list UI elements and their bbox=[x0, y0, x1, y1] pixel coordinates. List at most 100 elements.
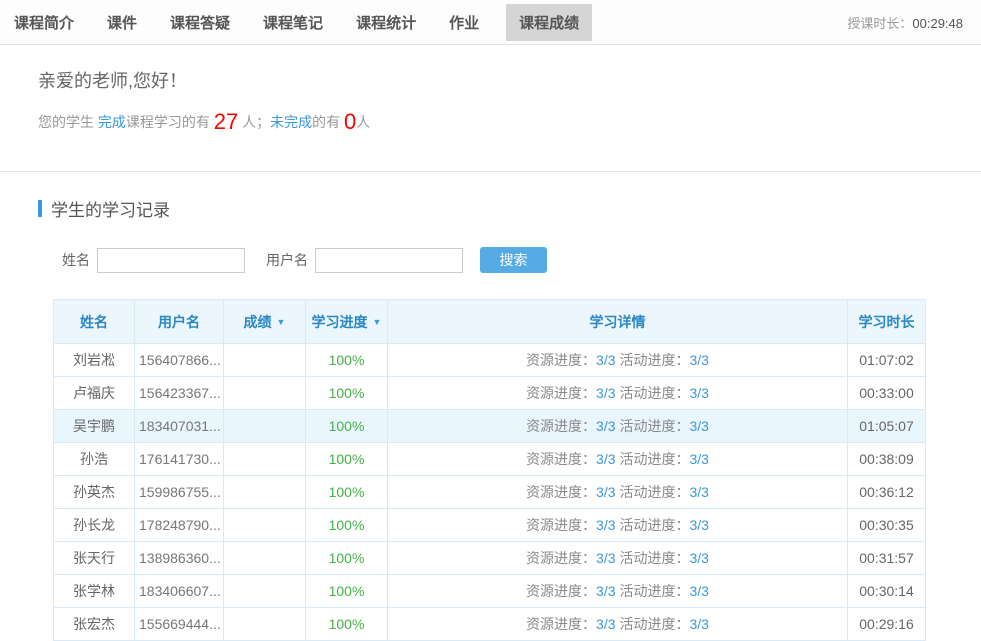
resource-progress-link[interactable]: 3/3 bbox=[596, 484, 615, 500]
username-input[interactable] bbox=[315, 248, 463, 273]
top-navigation-bar: 课程简介课件课程答疑课程笔记课程统计作业课程成绩 授课时长：00:29:48 bbox=[0, 0, 981, 45]
activity-progress-label: 活动进度： bbox=[620, 352, 690, 368]
column-header-label: 学习进度 bbox=[312, 314, 368, 330]
activity-progress-link[interactable]: 3/3 bbox=[690, 517, 709, 533]
tab-course-qa[interactable]: 课程答疑 bbox=[170, 4, 230, 41]
column-header[interactable]: 成绩 ▼ bbox=[224, 300, 306, 344]
greeting-title: 亲爱的老师,您好！ bbox=[38, 68, 943, 94]
username-cell: 156423367... bbox=[135, 377, 224, 410]
resource-progress-link[interactable]: 3/3 bbox=[596, 352, 615, 368]
activity-progress-label: 活动进度： bbox=[620, 550, 690, 566]
records-table-wrap: 姓名用户名成绩▼学习进度▼学习详情学习时长 刘岩凇156407866...100… bbox=[53, 299, 943, 641]
stats-mid3: 的有 bbox=[312, 114, 344, 130]
tab-course-notes[interactable]: 课程笔记 bbox=[263, 4, 323, 41]
activity-progress-link[interactable]: 3/3 bbox=[690, 583, 709, 599]
search-form: 姓名 用户名 搜索 bbox=[62, 247, 943, 273]
table-row: 刘岩凇156407866...100%资源进度：3/3活动进度：3/301:07… bbox=[54, 344, 926, 377]
progress-cell: 100% bbox=[306, 575, 388, 608]
score-cell bbox=[224, 443, 306, 476]
student-name-cell: 张学林 bbox=[54, 575, 135, 608]
detail-cell: 资源进度：3/3活动进度：3/3 bbox=[388, 443, 848, 476]
table-row: 孙英杰159986755...100%资源进度：3/3活动进度：3/300:36… bbox=[54, 476, 926, 509]
duration-cell: 01:05:07 bbox=[848, 410, 926, 443]
column-header-label: 学习详情 bbox=[590, 314, 646, 330]
section-title-text: 学生的学习记录 bbox=[51, 196, 170, 221]
sort-down-icon[interactable]: ▼ bbox=[277, 317, 286, 327]
detail-cell: 资源进度：3/3活动进度：3/3 bbox=[388, 344, 848, 377]
score-cell bbox=[224, 575, 306, 608]
sort-down-icon[interactable]: ▼ bbox=[373, 317, 382, 327]
detail-cell: 资源进度：3/3活动进度：3/3 bbox=[388, 608, 848, 641]
uncompleted-count: 0 bbox=[344, 109, 356, 134]
tab-course-stats[interactable]: 课程统计 bbox=[356, 4, 416, 41]
activity-progress-label: 活动进度： bbox=[620, 484, 690, 500]
activity-progress-label: 活动进度： bbox=[620, 583, 690, 599]
score-cell bbox=[224, 344, 306, 377]
resource-progress-label: 资源进度： bbox=[526, 418, 596, 434]
resource-progress-link[interactable]: 3/3 bbox=[596, 385, 615, 401]
resource-progress-label: 资源进度： bbox=[526, 451, 596, 467]
completed-count: 27 bbox=[214, 109, 238, 134]
duration-cell: 00:30:14 bbox=[848, 575, 926, 608]
tab-course-intro[interactable]: 课程简介 bbox=[14, 4, 74, 41]
username-cell: 159986755... bbox=[135, 476, 224, 509]
score-cell bbox=[224, 542, 306, 575]
student-stats-line: 您的学生 完成课程学习的有 27 人；未完成的有 0人 bbox=[38, 107, 943, 137]
name-input[interactable] bbox=[97, 248, 245, 273]
progress-cell: 100% bbox=[306, 542, 388, 575]
completed-link[interactable]: 完成 bbox=[98, 114, 126, 130]
student-name-cell: 孙浩 bbox=[54, 443, 135, 476]
activity-progress-link[interactable]: 3/3 bbox=[690, 352, 709, 368]
activity-progress-link[interactable]: 3/3 bbox=[690, 616, 709, 632]
activity-progress-link[interactable]: 3/3 bbox=[690, 550, 709, 566]
detail-cell: 资源进度：3/3活动进度：3/3 bbox=[388, 542, 848, 575]
activity-progress-link[interactable]: 3/3 bbox=[690, 385, 709, 401]
student-name-cell: 孙英杰 bbox=[54, 476, 135, 509]
activity-progress-label: 活动进度： bbox=[620, 418, 690, 434]
stats-mid1: 课程学习的有 bbox=[126, 114, 214, 130]
username-cell: 138986360... bbox=[135, 542, 224, 575]
tab-homework[interactable]: 作业 bbox=[449, 4, 479, 41]
activity-progress-link[interactable]: 3/3 bbox=[690, 451, 709, 467]
activity-progress-label: 活动进度： bbox=[620, 385, 690, 401]
column-header[interactable]: 学习进度 ▼ bbox=[306, 300, 388, 344]
username-cell: 183406607... bbox=[135, 575, 224, 608]
activity-progress-link[interactable]: 3/3 bbox=[690, 418, 709, 434]
resource-progress-link[interactable]: 3/3 bbox=[596, 616, 615, 632]
score-cell bbox=[224, 608, 306, 641]
detail-cell: 资源进度：3/3活动进度：3/3 bbox=[388, 509, 848, 542]
activity-progress-link[interactable]: 3/3 bbox=[690, 484, 709, 500]
student-name-cell: 孙长龙 bbox=[54, 509, 135, 542]
resource-progress-link[interactable]: 3/3 bbox=[596, 451, 615, 467]
username-cell: 176141730... bbox=[135, 443, 224, 476]
search-button[interactable]: 搜索 bbox=[480, 247, 547, 273]
tab-courseware[interactable]: 课件 bbox=[107, 4, 137, 41]
resource-progress-link[interactable]: 3/3 bbox=[596, 517, 615, 533]
score-cell bbox=[224, 377, 306, 410]
username-label: 用户名 bbox=[266, 250, 308, 270]
student-name-cell: 刘岩凇 bbox=[54, 344, 135, 377]
progress-cell: 100% bbox=[306, 377, 388, 410]
teaching-duration-label: 授课时长： bbox=[847, 16, 912, 31]
detail-cell: 资源进度：3/3活动进度：3/3 bbox=[388, 575, 848, 608]
duration-cell: 00:36:12 bbox=[848, 476, 926, 509]
tab-course-grades[interactable]: 课程成绩 bbox=[506, 4, 592, 41]
column-header: 用户名 bbox=[135, 300, 224, 344]
column-header-label: 成绩 bbox=[244, 314, 272, 330]
column-header-label: 学习时长 bbox=[859, 314, 915, 330]
resource-progress-link[interactable]: 3/3 bbox=[596, 583, 615, 599]
uncompleted-link[interactable]: 未完成 bbox=[270, 114, 312, 130]
teaching-duration-value: 00:29:48 bbox=[912, 16, 963, 31]
resource-progress-link[interactable]: 3/3 bbox=[596, 418, 615, 434]
progress-cell: 100% bbox=[306, 608, 388, 641]
resource-progress-link[interactable]: 3/3 bbox=[596, 550, 615, 566]
activity-progress-label: 活动进度： bbox=[620, 451, 690, 467]
nav-tabs: 课程简介课件课程答疑课程笔记课程统计作业课程成绩 bbox=[14, 4, 612, 41]
table-row: 张天行138986360...100%资源进度：3/3活动进度：3/300:31… bbox=[54, 542, 926, 575]
table-row: 张学林183406607... 100%资源进度：3/3活动进度：3/300:30… bbox=[54, 575, 926, 608]
resource-progress-label: 资源进度： bbox=[526, 352, 596, 368]
progress-cell: 100% bbox=[306, 509, 388, 542]
duration-cell: 00:31:57 bbox=[848, 542, 926, 575]
table-row: 吴宇鹏183407031...100%资源进度：3/3活动进度：3/301:05… bbox=[54, 410, 926, 443]
student-name-cell: 吴宇鹏 bbox=[54, 410, 135, 443]
